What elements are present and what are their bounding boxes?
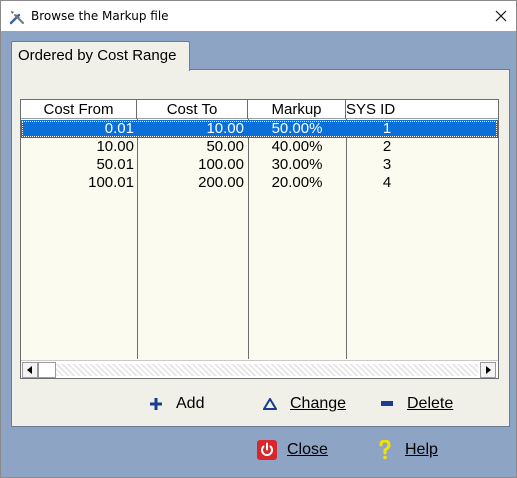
scroll-track[interactable]	[56, 364, 478, 376]
minus-icon	[377, 394, 397, 414]
help-button[interactable]: Help	[375, 440, 438, 460]
arrow-left-icon	[27, 366, 32, 374]
column-header-cost-from[interactable]: Cost From	[21, 100, 137, 119]
cell-cost-from: 50.01	[96, 156, 134, 173]
cell-sys-id: 3	[382, 156, 392, 173]
arrow-right-icon	[486, 366, 491, 374]
help-label: Help	[405, 441, 438, 458]
cell-markup: 50.00%	[271, 120, 323, 137]
cell-markup: 30.00%	[271, 156, 323, 173]
add-label: Add	[176, 395, 205, 412]
scroll-left-button[interactable]	[22, 362, 38, 378]
table-row[interactable]: 10.00 50.00 40.00% 2	[21, 138, 498, 156]
table-header: Cost From Cost To Markup SYS ID	[21, 100, 498, 119]
cell-cost-from: 100.01	[88, 174, 134, 191]
window-title: Browse the Markup file	[31, 9, 169, 23]
close-icon	[495, 10, 507, 22]
question-icon	[375, 440, 395, 460]
horizontal-scrollbar[interactable]	[21, 360, 498, 378]
cell-cost-from: 10.00	[96, 138, 134, 155]
close-label: Close	[287, 441, 328, 458]
table-row[interactable]: 0.01 10.00 50.00% 1	[21, 120, 498, 138]
table-row[interactable]: 50.01 100.00 30.00% 3	[21, 156, 498, 174]
cell-sys-id: 2	[382, 138, 392, 155]
cell-cost-to: 100.00	[198, 156, 244, 173]
cell-sys-id: 4	[382, 174, 392, 191]
table-row[interactable]: 100.01 200.00 20.00% 4	[21, 174, 498, 192]
cell-cost-to: 50.00	[206, 138, 244, 155]
delete-button[interactable]: Delete	[377, 394, 453, 414]
close-button[interactable]: Close	[257, 440, 328, 460]
title-bar: Browse the Markup file	[1, 1, 516, 31]
cell-cost-to: 10.00	[206, 120, 244, 137]
cell-cost-from: 0.01	[104, 120, 134, 137]
power-icon	[257, 440, 277, 460]
cell-cost-to: 200.00	[198, 174, 244, 191]
cell-markup: 20.00%	[271, 174, 323, 191]
cell-markup: 40.00%	[271, 138, 323, 155]
plus-icon	[146, 394, 166, 414]
column-header-sys-id[interactable]: SYS ID	[346, 100, 396, 119]
tab-panel: Cost From Cost To Markup SYS ID 0.01 10.…	[11, 69, 510, 427]
column-header-markup[interactable]: Markup	[248, 100, 346, 119]
delete-label: Delete	[407, 395, 454, 412]
column-header-cost-to[interactable]: Cost To	[137, 100, 248, 119]
cell-sys-id: 1	[382, 120, 392, 137]
add-button[interactable]: Add	[146, 394, 204, 414]
change-label: Change	[290, 395, 347, 412]
scroll-right-button[interactable]	[480, 362, 496, 378]
window-close-button[interactable]	[486, 1, 516, 31]
scroll-thumb[interactable]	[38, 362, 56, 378]
tab-ordered-by-cost-range[interactable]: Ordered by Cost Range	[11, 41, 190, 71]
tools-icon	[8, 8, 26, 26]
triangle-up-icon	[260, 394, 280, 414]
markup-table[interactable]: Cost From Cost To Markup SYS ID 0.01 10.…	[20, 99, 499, 379]
markup-browse-window: Browse the Markup file Ordered by Cost R…	[0, 0, 517, 478]
change-button[interactable]: Change	[260, 394, 346, 414]
